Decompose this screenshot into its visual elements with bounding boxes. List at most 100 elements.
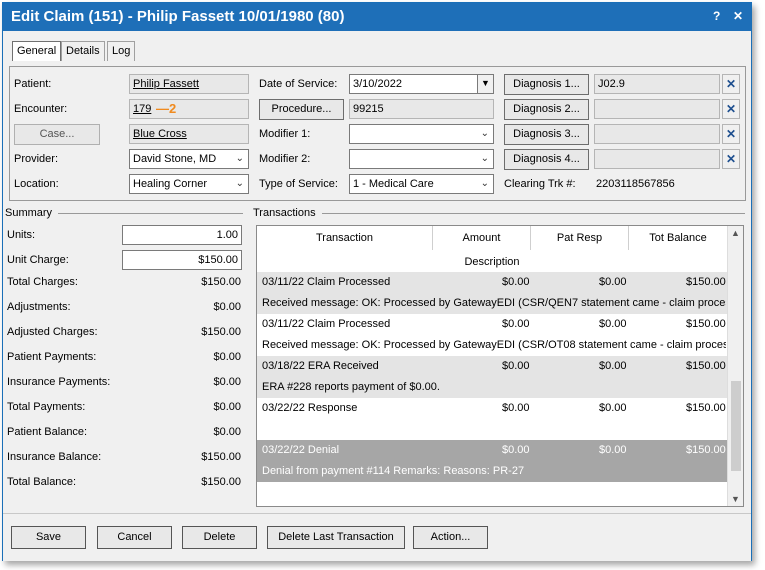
tot-balance-cell: $150.00 (686, 276, 726, 288)
summary-label: Patient Payments: (7, 351, 97, 363)
help-button[interactable]: ? (713, 9, 720, 23)
clear-diagnosis3-icon[interactable]: ✕ (722, 124, 740, 144)
list-item: Insurance Balance: $150.00 (3, 448, 241, 468)
summary-label: Patient Balance: (7, 426, 88, 438)
summary-label: Total Balance: (7, 476, 77, 488)
case-button[interactable]: Case... (14, 124, 100, 145)
diagnosis3-button[interactable]: Diagnosis 3... (504, 124, 589, 145)
column-header-tot-balance[interactable]: Tot Balance (629, 226, 727, 250)
title-bar: Edit Claim (151) - Philip Fassett 10/01/… (3, 3, 751, 31)
location-select[interactable]: Healing Corner ⌄ (129, 174, 249, 194)
chevron-down-icon: ⌄ (480, 153, 489, 164)
unit-charge-label: Unit Charge: (7, 254, 69, 266)
clearing-trk-label: Clearing Trk #: (504, 178, 576, 190)
chevron-down-icon: ⌄ (480, 128, 489, 139)
close-icon[interactable]: ✕ (733, 9, 743, 23)
description-cell: Denial from payment #114 Remarks: Reason… (262, 465, 525, 477)
summary-list: Total Charges: $150.00 Adjustments: $0.0… (3, 273, 241, 493)
column-header-transaction[interactable]: Transaction (257, 226, 433, 250)
scroll-thumb[interactable] (731, 381, 741, 471)
diagnosis2-button[interactable]: Diagnosis 2... (504, 99, 589, 120)
tot-balance-cell: $150.00 (686, 360, 726, 372)
save-button[interactable]: Save (11, 526, 86, 549)
summary-label: Insurance Balance: (7, 451, 102, 463)
diagnosis1-button[interactable]: Diagnosis 1... (504, 74, 589, 95)
date-of-service-field[interactable]: 3/10/2022 ▼ (349, 74, 494, 94)
units-label: Units: (7, 229, 36, 241)
transactions-table[interactable]: Transaction Amount Pat Resp Tot Balance … (256, 225, 744, 507)
scroll-down-icon[interactable]: ▼ (731, 494, 740, 504)
transaction-cell: 03/22/22 Response (262, 402, 358, 414)
modifier2-select[interactable]: ⌄ (349, 149, 494, 169)
tot-balance-cell: $150.00 (686, 318, 726, 330)
list-item: Insurance Payments: $0.00 (3, 373, 241, 393)
edit-claim-window: Edit Claim (151) - Philip Fassett 10/01/… (2, 2, 752, 561)
amount-cell: $0.00 (502, 276, 530, 288)
chevron-down-icon: ⌄ (235, 153, 244, 164)
transaction-cell: 03/11/22 Claim Processed (262, 276, 391, 288)
location-value: Healing Corner (133, 178, 207, 190)
type-of-service-select[interactable]: 1 - Medical Care ⌄ (349, 174, 494, 194)
tab-details[interactable]: Details (61, 41, 105, 61)
tos-label: Type of Service: (259, 178, 338, 190)
transaction-cell: 03/11/22 Claim Processed (262, 318, 391, 330)
location-label: Location: (14, 178, 59, 190)
scroll-up-icon[interactable]: ▲ (731, 228, 740, 238)
tot-balance-cell: $150.00 (686, 402, 726, 414)
procedure-value: 99215 (349, 99, 494, 119)
column-header-amount[interactable]: Amount (433, 226, 531, 250)
unit-charge-input[interactable]: $150.00 (122, 250, 242, 270)
modifier2-label: Modifier 2: (259, 153, 311, 165)
modifier1-select[interactable]: ⌄ (349, 124, 494, 144)
description-cell: ERA #228 reports payment of $0.00. (262, 381, 440, 393)
amount-cell: $0.00 (502, 444, 530, 456)
tab-general[interactable]: General (12, 41, 62, 61)
dialog-footer: Save Cancel Delete Delete Last Transacti… (3, 513, 751, 561)
modifier1-label: Modifier 1: (259, 128, 311, 140)
summary-value: $150.00 (201, 476, 241, 488)
list-item: Adjustments: $0.00 (3, 298, 241, 318)
list-item: Adjusted Charges: $150.00 (3, 323, 241, 343)
description-cell: Received message: OK: Processed by Gatew… (262, 339, 726, 351)
column-header-description[interactable]: Description (257, 250, 727, 274)
dos-value: 3/10/2022 (353, 78, 402, 90)
table-row[interactable]: 03/18/22 ERA Received $0.00 $0.00 $150.0… (257, 356, 727, 398)
pat-resp-cell: $0.00 (599, 360, 627, 372)
tab-log[interactable]: Log (107, 41, 136, 61)
units-input[interactable]: 1.00 (122, 225, 242, 245)
provider-label: Provider: (14, 153, 59, 165)
table-row[interactable]: 03/11/22 Claim Processed $0.00 $0.00 $15… (257, 272, 727, 314)
summary-value: $0.00 (213, 351, 241, 363)
amount-cell: $0.00 (502, 360, 530, 372)
patient-link[interactable]: Philip Fassett (129, 74, 249, 94)
transactions-title: Transactions (253, 207, 322, 219)
encounter-field: 179 (129, 99, 249, 119)
diagnosis4-button[interactable]: Diagnosis 4... (504, 149, 589, 170)
transaction-cell: 03/22/22 Denial (262, 444, 340, 456)
provider-select[interactable]: David Stone, MD ⌄ (129, 149, 249, 169)
summary-value: $150.00 (201, 451, 241, 463)
table-row-selected[interactable]: 03/22/22 Denial $0.00 $0.00 $150.00 Deni… (257, 440, 727, 482)
table-row[interactable]: 03/11/22 Claim Processed $0.00 $0.00 $15… (257, 314, 727, 356)
summary-value: $0.00 (213, 376, 241, 388)
clear-diagnosis1-icon[interactable]: ✕ (722, 74, 740, 94)
vertical-scrollbar[interactable]: ▲ ▼ (727, 226, 743, 506)
summary-value: $0.00 (213, 401, 241, 413)
case-link[interactable]: Blue Cross (129, 124, 249, 144)
pat-resp-cell: $0.00 (599, 318, 627, 330)
clear-diagnosis2-icon[interactable]: ✕ (722, 99, 740, 119)
action-button[interactable]: Action... (413, 526, 488, 549)
cancel-button[interactable]: Cancel (97, 526, 172, 549)
encounter-link[interactable]: 179 (133, 103, 151, 115)
column-header-pat-resp[interactable]: Pat Resp (531, 226, 629, 250)
delete-last-transaction-button[interactable]: Delete Last Transaction (267, 526, 405, 549)
transaction-cell: 03/18/22 ERA Received (262, 360, 379, 372)
summary-label: Total Charges: (7, 276, 78, 288)
calendar-dropdown-icon[interactable]: ▼ (477, 75, 493, 93)
table-row[interactable]: 03/22/22 Response $0.00 $0.00 $150.00 (257, 398, 727, 440)
diagnosis3-value (594, 124, 720, 144)
clear-diagnosis4-icon[interactable]: ✕ (722, 149, 740, 169)
summary-label: Total Payments: (7, 401, 86, 413)
procedure-button[interactable]: Procedure... (259, 99, 344, 120)
delete-button[interactable]: Delete (182, 526, 257, 549)
